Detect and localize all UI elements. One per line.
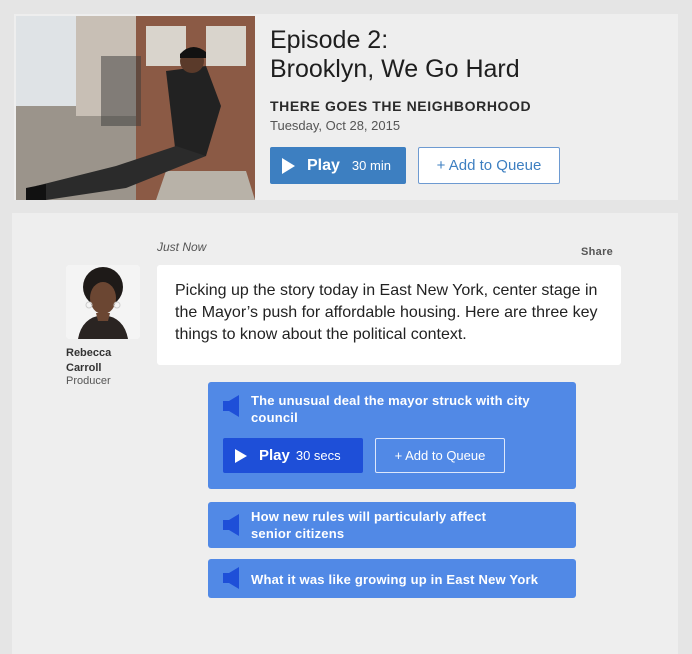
episode-photo — [16, 16, 255, 200]
speaker-icon — [222, 566, 242, 590]
clip-title: What it was like growing up in East New … — [251, 572, 539, 587]
author-role: Producer — [66, 375, 111, 387]
episode-actions: Play 30 min + Add to Queue — [270, 147, 670, 184]
episode-title-line2: Brooklyn, We Go Hard — [270, 55, 520, 83]
play-label: Play — [259, 447, 290, 464]
play-episode-button[interactable]: Play 30 min — [270, 147, 406, 184]
episode-card: Episode 2: Brooklyn, We Go Hard THERE GO… — [14, 14, 678, 200]
audio-clip-item[interactable]: What it was like growing up in East New … — [208, 559, 576, 598]
add-to-queue-button[interactable]: + Add to Queue — [418, 147, 560, 184]
speaker-icon — [222, 394, 242, 418]
post-body: Picking up the story today in East New Y… — [157, 265, 621, 365]
clip-duration: 30 secs — [295, 448, 341, 463]
episode-date: Tuesday, Oct 28, 2015 — [270, 118, 401, 133]
share-link[interactable]: Share — [581, 246, 613, 258]
play-icon — [235, 448, 247, 463]
audio-clip-item[interactable]: How new rules will particularly affect s… — [208, 502, 576, 548]
episode-title: Episode 2: Brooklyn, We Go Hard — [270, 26, 670, 84]
add-clip-to-queue-button[interactable]: + Add to Queue — [375, 438, 505, 473]
play-label: Play — [307, 156, 340, 174]
audio-clip-item[interactable]: The unusual deal the mayor struck with c… — [208, 382, 576, 489]
show-name[interactable]: THERE GOES THE NEIGHBORHOOD — [270, 98, 670, 114]
avatar — [66, 265, 140, 339]
play-clip-button[interactable]: Play 30 secs — [223, 438, 363, 473]
episode-duration: 30 min — [351, 158, 391, 173]
episode-title-line1: Episode 2: — [270, 26, 389, 54]
clip-title: How new rules will particularly affect s… — [251, 509, 487, 541]
play-icon — [282, 157, 295, 174]
episode-info: Episode 2: Brooklyn, We Go Hard THERE GO… — [270, 26, 670, 184]
author-name: Rebecca Carroll — [66, 347, 112, 374]
post-timestamp: Just Now — [157, 240, 207, 254]
speaker-icon — [222, 513, 242, 537]
clip-title: The unusual deal the mayor struck with c… — [251, 393, 530, 425]
